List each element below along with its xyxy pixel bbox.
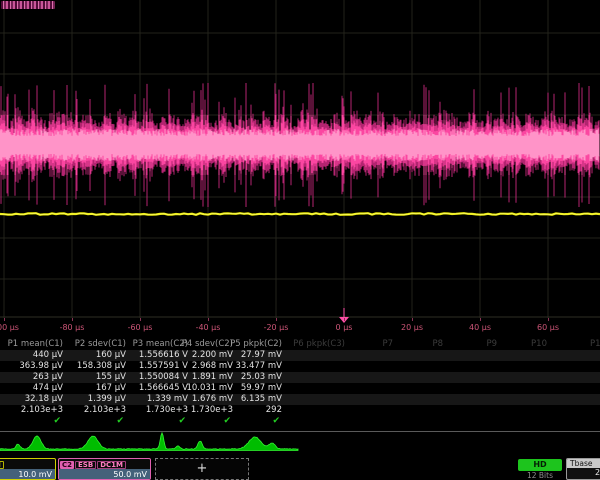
c2-bandwidth-badge: ESB — [75, 461, 96, 469]
param-value: 1.566645 V — [139, 383, 188, 394]
hd-mode-badge[interactable]: HD — [518, 459, 562, 471]
axis-tick — [412, 318, 413, 321]
oscilloscope-screen: -100 µs -80 µs -60 µs -40 µs -20 µs 0 µs 20 µs… — [0, 0, 600, 480]
param-header[interactable]: P3 mean(C2) — [133, 339, 188, 350]
param-value: 2.103e+3 — [21, 405, 63, 416]
axis-label: -60 µs — [128, 323, 153, 332]
param-header[interactable]: P9 — [486, 339, 497, 350]
param-value: 1.399 µV — [88, 394, 126, 405]
table-row: 440 µV 160 µV 1.556616 V 2.200 mV 27.97 mV — [0, 350, 600, 361]
tbase-value: 20.0 µs — [567, 468, 600, 478]
param-value: 25.03 mV — [241, 372, 282, 383]
param-header[interactable]: P8 — [432, 339, 443, 350]
param-value: 167 µV — [96, 383, 126, 394]
hd-bits-label: 12 Bits — [518, 471, 562, 480]
bottom-bar: C1 DC1M 10.0 mV C2 ESB DC1M 50.0 mV + HD… — [0, 458, 600, 480]
axis-tick — [548, 318, 549, 321]
axis-label: -20 µs — [264, 323, 289, 332]
axis-tick — [344, 318, 345, 321]
axis-tick — [480, 318, 481, 321]
param-value: 10.031 mV — [186, 383, 233, 394]
table-row: ✔ ✔ ✔ ✔ ✔ — [0, 416, 600, 427]
param-value: 263 µV — [33, 372, 63, 383]
axis-label: -80 µs — [60, 323, 85, 332]
param-header[interactable]: P6 pkpk(C3) — [293, 339, 345, 350]
param-value: 155 µV — [96, 372, 126, 383]
param-value: ✔ — [53, 416, 61, 427]
param-header[interactable]: P5 pkpk(C2) — [230, 339, 282, 350]
timebase-descriptor[interactable]: Tbase 20.0 µs — [566, 458, 600, 480]
histogram-strip[interactable] — [0, 432, 600, 458]
axis-tick — [276, 318, 277, 321]
axis-tick — [140, 318, 141, 321]
table-row: 363.98 µV 158.308 µV 1.557591 V 2.968 mV33.… — [0, 361, 600, 372]
param-value: 1.891 mV — [192, 372, 233, 383]
channel-c2-descriptor[interactable]: C2 ESB DC1M 50.0 mV — [58, 458, 151, 480]
tbase-label: Tbase — [567, 459, 600, 468]
c2-label-badge: C2 — [60, 461, 74, 469]
param-value: 2.103e+3 — [84, 405, 126, 416]
param-value: 1.556616 V — [139, 350, 188, 361]
waveform-display[interactable] — [0, 0, 600, 318]
param-value: 2.968 mV — [192, 361, 233, 372]
param-value: 6.135 mV — [241, 394, 282, 405]
table-row: 32.18 µV 1.399 µV 1.339 mV 1.676 mV 6.135 mV — [0, 394, 600, 405]
param-header[interactable]: P10 — [531, 339, 547, 350]
param-value: ✔ — [223, 416, 231, 427]
param-value: 474 µV — [33, 383, 63, 394]
param-value: 1.550084 V — [139, 372, 188, 383]
param-value: 1.730e+3 — [191, 405, 233, 416]
add-trace-button[interactable]: + — [155, 458, 249, 480]
axis-tick — [208, 318, 209, 321]
axis-label: 20 µs — [401, 323, 423, 332]
axis-tick — [4, 318, 5, 321]
c1-scale-value: 10.0 mV — [0, 469, 55, 479]
param-value: 59.97 mV — [241, 383, 282, 394]
param-header[interactable]: P2 sdev(C1) — [75, 339, 126, 350]
measure-table: P1 mean(C1) P2 sdev(C1) P3 mean(C2)P4 sdev… — [0, 339, 600, 431]
axis-label: -40 µs — [196, 323, 221, 332]
param-value: 440 µV — [33, 350, 63, 361]
param-value: 1.339 mV — [147, 394, 188, 405]
param-header[interactable]: P11 — [590, 339, 600, 350]
c1-coupling-badge: DC1M — [0, 461, 4, 469]
param-value: 158.308 µV — [77, 361, 126, 372]
table-row: 263 µV 155 µV 1.550084 V 1.891 mV 25.03 mV — [0, 372, 600, 383]
histogram-trace — [0, 432, 600, 458]
param-header[interactable]: P1 mean(C1) — [8, 339, 63, 350]
axis-tick — [72, 318, 73, 321]
param-header[interactable]: P7 — [382, 339, 393, 350]
param-value: 160 µV — [96, 350, 126, 361]
axis-label: 0 µs — [336, 323, 353, 332]
param-value: ✔ — [178, 416, 186, 427]
param-value: 1.676 mV — [192, 394, 233, 405]
channel-c1-descriptor[interactable]: C1 DC1M 10.0 mV — [0, 458, 56, 480]
c2-scale-value: 50.0 mV — [59, 469, 150, 479]
table-row: 474 µV 167 µV 1.566645 V10.031 mV 59.97 mV — [0, 383, 600, 394]
time-axis: -100 µs -80 µs -60 µs -40 µs -20 µs 0 µs 20 µs… — [0, 318, 600, 338]
top-left-badge — [1, 1, 55, 9]
param-value: ✔ — [272, 416, 280, 427]
axis-label: 40 µs — [469, 323, 491, 332]
param-value: ✔ — [116, 416, 124, 427]
waveform-canvas — [0, 0, 600, 318]
param-value: 1.557591 V — [139, 361, 188, 372]
param-value: 292 — [266, 405, 282, 416]
table-row: P1 mean(C1) P2 sdev(C1) P3 mean(C2)P4 sdev… — [0, 339, 600, 350]
axis-label: -100 µs — [0, 323, 19, 332]
param-value: 2.200 mV — [192, 350, 233, 361]
param-value: 1.730e+3 — [146, 405, 188, 416]
param-header[interactable]: P4 sdev(C2) — [182, 339, 233, 350]
param-value: 33.477 mV — [235, 361, 282, 372]
param-value: 363.98 µV — [19, 361, 63, 372]
param-value: 32.18 µV — [25, 394, 63, 405]
param-value: 27.97 mV — [241, 350, 282, 361]
table-row: 2.103e+3 2.103e+3 1.730e+31.730e+3 292 — [0, 405, 600, 416]
axis-label: 60 µs — [537, 323, 559, 332]
c2-coupling-badge: DC1M — [97, 461, 126, 469]
